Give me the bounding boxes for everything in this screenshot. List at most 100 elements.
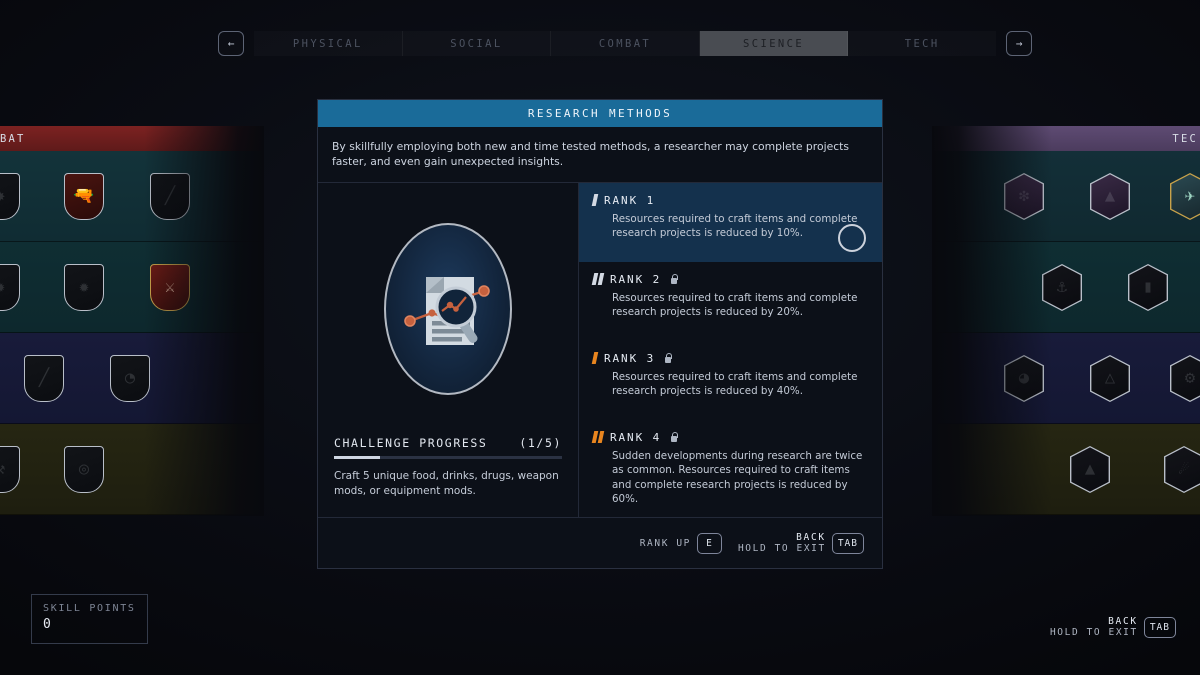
rank-list: RANK 1 Resources required to craft items… bbox=[579, 182, 882, 517]
skill-glyph: ⚓ bbox=[1056, 277, 1068, 297]
lock-icon bbox=[670, 432, 679, 443]
skill-cell[interactable]: ╱ bbox=[24, 355, 64, 402]
back-key[interactable]: TAB bbox=[831, 532, 864, 554]
rank-row-1[interactable]: RANK 1 Resources required to craft items… bbox=[579, 182, 882, 262]
skill-shield-icon: 🔫 bbox=[64, 173, 104, 220]
rank-up-key[interactable]: E bbox=[696, 532, 722, 554]
rank-up-circle-indicator[interactable] bbox=[838, 223, 866, 252]
skill-cell[interactable]: ▮ bbox=[1128, 264, 1168, 311]
skill-row: ◕ △ ⚙ bbox=[932, 333, 1200, 424]
global-exit-label: BACK HOLD TO EXIT bbox=[1050, 616, 1138, 638]
tech-skill-rows: ❇ ▲ ✈ ⚓ ▮ ◕ △ ⚙ ▲ ☄ bbox=[932, 151, 1200, 515]
skill-hex-icon: ✈ bbox=[1170, 173, 1200, 220]
skill-glyph: ❇ bbox=[1018, 186, 1030, 206]
challenge-progress-fill bbox=[334, 456, 380, 459]
skill-shield-icon: ╱ bbox=[24, 355, 64, 402]
next-category-button[interactable]: → bbox=[1006, 31, 1032, 56]
rank-row-3[interactable]: RANK 3 Resources required to craft items… bbox=[579, 341, 882, 420]
skill-cell[interactable]: ⚒ bbox=[0, 446, 20, 493]
skill-hex-icon: ◕ bbox=[1004, 355, 1044, 402]
rank-up-action[interactable]: RANK UP E bbox=[639, 532, 722, 554]
category-tabbar: ← PHYSICAL SOCIAL COMBAT SCIENCE TECH → bbox=[218, 30, 1032, 57]
crossed-rifles-icon: ⚔ bbox=[164, 277, 176, 297]
back-exit-action[interactable]: BACK HOLD TO EXIT TAB bbox=[738, 532, 864, 554]
back-exit-label: BACK HOLD TO EXIT bbox=[738, 532, 826, 554]
skill-cell[interactable]: ◔ bbox=[110, 355, 150, 402]
skill-cell[interactable]: ▲ bbox=[1070, 446, 1110, 493]
gear-icon: ⚙ bbox=[1184, 368, 1196, 388]
rank-row-2[interactable]: RANK 2 Resources required to craft items… bbox=[579, 262, 882, 341]
arrow-right-icon: → bbox=[1015, 37, 1023, 50]
challenge-header: CHALLENGE PROGRESS (1/5) bbox=[334, 436, 562, 456]
skill-shield-icon: ⚔ bbox=[150, 264, 190, 311]
rank-4-header: RANK 4 bbox=[591, 431, 868, 444]
combat-panel-title: BAT bbox=[0, 132, 26, 145]
skill-cell[interactable]: ╱ bbox=[150, 173, 190, 220]
global-back-label: BACK bbox=[1108, 616, 1138, 627]
global-exit-key[interactable]: TAB bbox=[1143, 616, 1176, 638]
skill-cell[interactable]: ⚓ bbox=[1042, 264, 1082, 311]
rank-up-label: RANK UP bbox=[639, 537, 691, 549]
skill-cell[interactable]: ✹ bbox=[64, 264, 104, 311]
rank-row-4[interactable]: RANK 4 Sudden developments during resear… bbox=[579, 420, 882, 517]
tech-panel-title: TEC bbox=[1172, 132, 1198, 145]
challenge-progress-bar bbox=[334, 456, 562, 459]
tab-physical[interactable]: PHYSICAL bbox=[254, 31, 403, 56]
challenge-label: CHALLENGE PROGRESS bbox=[334, 436, 488, 450]
skill-shield-icon: ⚒ bbox=[0, 446, 20, 493]
skill-cell[interactable]: ❇ bbox=[1004, 173, 1044, 220]
skill-detail-body: CHALLENGE PROGRESS (1/5) Craft 5 unique … bbox=[318, 182, 882, 517]
skill-cell[interactable]: ◎ bbox=[64, 446, 104, 493]
comet-icon: ☄ bbox=[1178, 459, 1190, 479]
skill-cell[interactable]: ▲ bbox=[1090, 173, 1130, 220]
prev-category-button[interactable]: ← bbox=[218, 31, 244, 56]
skill-cell[interactable]: ✹ bbox=[0, 264, 20, 311]
skill-shield-icon: ◎ bbox=[64, 446, 104, 493]
skill-glyph: ◕ bbox=[1018, 368, 1030, 388]
rank-1-pips bbox=[591, 194, 599, 207]
challenge-text: Craft 5 unique food, drinks, drugs, weap… bbox=[334, 470, 559, 497]
skill-cell[interactable]: ✈ bbox=[1170, 173, 1200, 220]
tab-combat-label: COMBAT bbox=[598, 37, 652, 50]
skill-glyph: ╱ bbox=[38, 368, 50, 388]
skill-glyph: ✹ bbox=[78, 277, 90, 297]
skill-row: ❇ ▲ ✈ bbox=[932, 151, 1200, 242]
skill-shield-icon: ✹ bbox=[0, 264, 20, 311]
combat-panel-header: BAT bbox=[0, 126, 264, 151]
rank-1-header: RANK 1 bbox=[591, 194, 868, 207]
skill-cell[interactable]: ⚔ bbox=[150, 264, 190, 311]
skill-description: By skillfully employing both new and tim… bbox=[318, 127, 882, 183]
skill-glyph: ✹ bbox=[0, 265, 19, 310]
challenge-progress-section: CHALLENGE PROGRESS (1/5) Craft 5 unique … bbox=[334, 436, 562, 517]
skill-hex-icon: ▮ bbox=[1128, 264, 1168, 311]
skill-cell[interactable]: 🔫 bbox=[64, 173, 104, 220]
skill-cell[interactable]: ✸ bbox=[0, 173, 20, 220]
skill-glyph: ✸ bbox=[0, 174, 19, 219]
skill-cell[interactable]: ⚙ bbox=[1170, 355, 1200, 402]
skill-icon-column: CHALLENGE PROGRESS (1/5) Craft 5 unique … bbox=[318, 182, 579, 517]
skill-row: ✸ 🔫 ╱ bbox=[0, 151, 264, 242]
arrow-left-icon: ← bbox=[227, 37, 235, 50]
tab-social[interactable]: SOCIAL bbox=[403, 31, 552, 56]
tech-skill-panel: TEC ❇ ▲ ✈ ⚓ ▮ ◕ △ ⚙ ▲ ☄ bbox=[932, 126, 1200, 516]
challenge-counter: (1/5) bbox=[519, 436, 562, 450]
lock-icon bbox=[670, 274, 679, 285]
research-document-magnifier-icon bbox=[384, 223, 512, 396]
skill-glyph: ╱ bbox=[164, 186, 176, 206]
tab-tech[interactable]: TECH bbox=[848, 31, 996, 56]
skill-cell[interactable]: ◕ bbox=[1004, 355, 1044, 402]
skill-cell[interactable]: ☄ bbox=[1164, 446, 1200, 493]
skill-cell[interactable]: △ bbox=[1090, 355, 1130, 402]
combat-skill-panel: BAT ✸ 🔫 ╱ ✹ ✹ bbox=[0, 126, 264, 516]
rank-4-description: Sudden developments during research are … bbox=[612, 449, 863, 506]
skill-points-label: SKILL POINTS bbox=[43, 603, 136, 614]
tab-tech-label: TECH bbox=[904, 37, 940, 50]
rank-2-pips bbox=[591, 273, 605, 286]
tab-science[interactable]: SCIENCE bbox=[699, 31, 849, 56]
skill-points-value: 0 bbox=[43, 617, 52, 632]
skill-glyph: ◔ bbox=[124, 368, 136, 388]
skill-shield-icon: ╱ bbox=[150, 173, 190, 220]
global-hold-to-exit-label: HOLD TO EXIT bbox=[1049, 627, 1138, 638]
global-exit-hint[interactable]: BACK HOLD TO EXIT TAB bbox=[1050, 616, 1176, 638]
tab-combat[interactable]: COMBAT bbox=[551, 31, 700, 56]
